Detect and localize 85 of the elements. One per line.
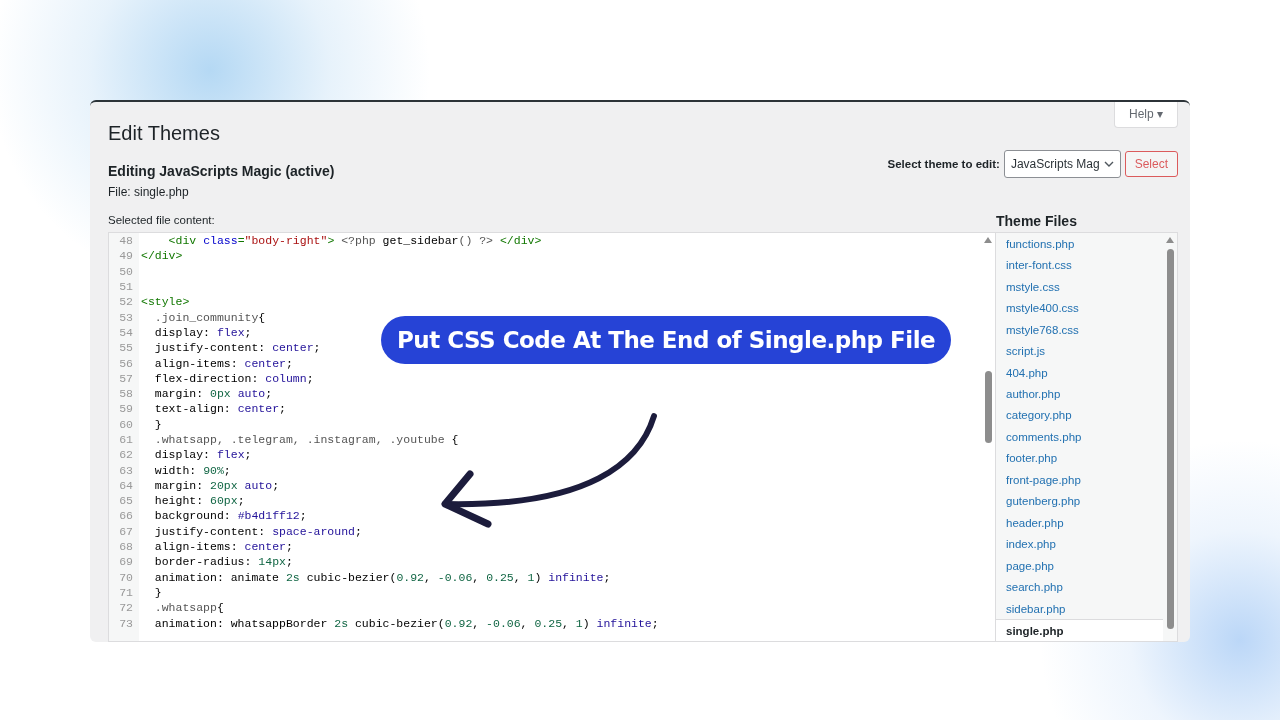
code-line: align-items: center;: [153, 356, 293, 370]
file-item[interactable]: sidebar.php: [996, 597, 1163, 620]
code-line: animation: animate 2s cubic-bezier(0.92, -0.06, 0.25, 1) infinite;: [153, 570, 611, 584]
line-number: 60: [118, 417, 134, 431]
line-number: 66: [118, 509, 134, 523]
code-line: border-radius: 14px;: [153, 555, 293, 569]
select-button[interactable]: Select: [1124, 151, 1178, 177]
line-number: 68: [118, 540, 134, 554]
select-label: Select theme to edit:: [887, 158, 1000, 170]
files-heading: Theme Files: [996, 212, 1078, 231]
line-number: 51: [118, 280, 134, 294]
line-number: 49: [118, 249, 134, 263]
file-item[interactable]: author.php: [996, 383, 1163, 405]
code-line: }: [153, 417, 162, 431]
code-line: <div class="body-right"> <?php get_sidebar() ?> </div>: [167, 234, 542, 248]
code-line: background: #b4d1ff12;: [153, 509, 307, 523]
line-number: 50: [118, 264, 134, 278]
line-number: 65: [118, 494, 134, 508]
theme-select[interactable]: JavaScripts Mag: [1003, 150, 1121, 178]
code-line: .join_community{: [153, 310, 266, 324]
code-line: <style>: [141, 295, 190, 309]
code-line: width: 90%;: [153, 463, 231, 477]
line-number: 59: [118, 402, 134, 416]
file-name: File: single.php: [108, 184, 190, 200]
code-line: height: 60px;: [153, 494, 245, 508]
line-number: 54: [118, 325, 134, 339]
file-item[interactable]: front-page.php: [996, 469, 1163, 491]
file-item[interactable]: header.php: [996, 512, 1163, 534]
line-number: 57: [118, 371, 134, 385]
line-number: 70: [118, 570, 134, 584]
file-item[interactable]: mstyle.css: [996, 275, 1163, 298]
line-number: 62: [118, 448, 134, 462]
code-line: text-align: center;: [153, 402, 286, 416]
file-item[interactable]: mstyle400.css: [996, 297, 1163, 319]
code-line: align-items: center;: [153, 540, 293, 554]
line-number: 64: [118, 478, 134, 492]
page-title: Edit Themes: [108, 121, 221, 146]
chevron-down-icon: [1103, 161, 1114, 167]
code-line: .whatsapp, .telegram, .instagram, .youtube {: [153, 433, 459, 446]
code-line: justify-content: center;: [153, 341, 321, 355]
scrollbar-thumb[interactable]: [1166, 249, 1174, 629]
line-number: 63: [118, 463, 134, 477]
line-number: 61: [118, 433, 134, 446]
file-item[interactable]: script.js: [996, 340, 1163, 362]
callout-banner: Put CSS Code At The End of Single.php File: [381, 316, 952, 364]
field-label: Selected file content:: [108, 213, 216, 228]
code-line: </div>: [141, 249, 183, 263]
help-button[interactable]: Help ▾: [1114, 102, 1178, 128]
file-item[interactable]: page.php: [996, 555, 1163, 577]
file-item[interactable]: category.php: [996, 404, 1163, 427]
file-item[interactable]: functions.php: [996, 233, 1163, 255]
code-line: display: flex;: [153, 325, 252, 339]
file-item[interactable]: 404.php: [996, 361, 1163, 384]
line-number: 69: [118, 555, 134, 569]
code-line: flex-direction: column;: [153, 371, 314, 385]
file-item[interactable]: inter-font.css: [996, 254, 1163, 276]
code-line: display: flex;: [153, 448, 252, 462]
code-editor[interactable]: [108, 232, 996, 642]
file-item[interactable]: single.php: [996, 619, 1163, 641]
file-item[interactable]: comments.php: [996, 426, 1163, 448]
file-item[interactable]: search.php: [996, 576, 1163, 598]
code-line: justify-content: space-around;: [153, 524, 362, 538]
file-item[interactable]: index.php: [996, 533, 1163, 556]
editing-title: Editing JavaScripts Magic (active): [108, 162, 335, 180]
scroll-up-icon[interactable]: [984, 237, 992, 243]
file-item[interactable]: mstyle768.css: [996, 318, 1163, 341]
file-item[interactable]: gutenberg.php: [996, 490, 1163, 513]
code-line: .whatsapp{: [153, 601, 224, 615]
line-number: 67: [118, 524, 134, 538]
code-line: animation: whatsappBorder 2s cubic-bezier(0.92, -0.06, 0.25, 1) infinite;: [153, 616, 659, 630]
code-line: margin: 20px auto;: [153, 478, 280, 492]
line-number: 58: [118, 387, 134, 401]
code-line: }: [153, 585, 162, 599]
code-line: margin: 0px auto;: [153, 387, 273, 401]
line-number: 73: [118, 616, 134, 630]
line-number: 72: [118, 601, 134, 615]
file-item[interactable]: footer.php: [996, 447, 1163, 470]
line-number: 48: [118, 234, 134, 248]
line-number: 55: [118, 341, 134, 355]
line-number: 52: [118, 295, 134, 309]
line-number: 53: [118, 310, 134, 324]
scrollbar-thumb[interactable]: [984, 371, 992, 443]
line-number: 71: [118, 585, 134, 599]
line-number: 56: [118, 356, 134, 370]
scroll-up-icon[interactable]: [1166, 237, 1174, 243]
